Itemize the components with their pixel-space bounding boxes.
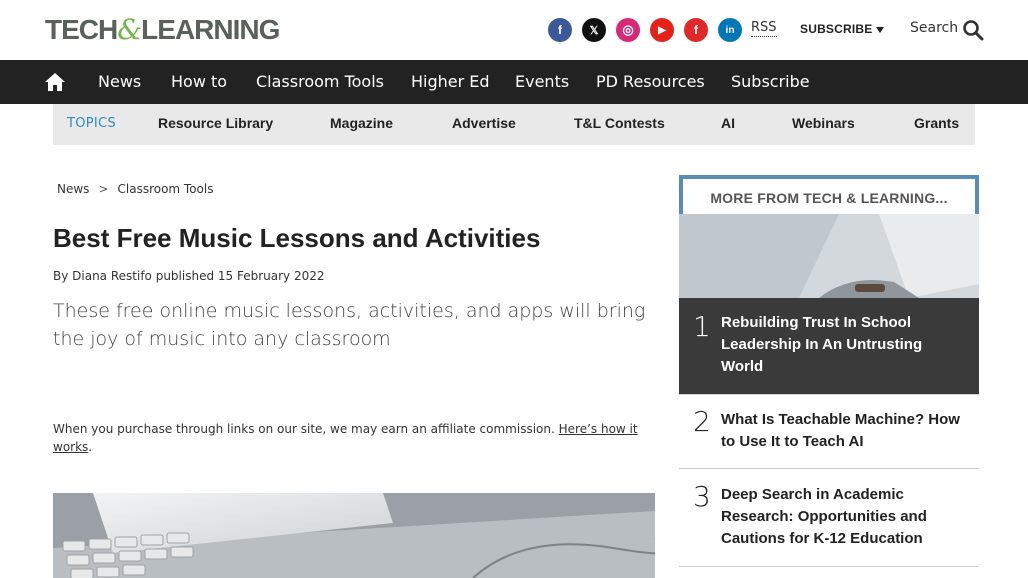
linkedin-icon[interactable]: in bbox=[718, 18, 742, 42]
sidebar-item-title-1[interactable]: Rebuilding Trust In School Leadership In… bbox=[721, 312, 961, 378]
breadcrumb-separator: > bbox=[98, 182, 109, 196]
facebook-icon[interactable]: f bbox=[548, 18, 572, 42]
logo-wordmark: TECH&LEARNING bbox=[45, 13, 280, 46]
breadcrumb-news[interactable]: News bbox=[57, 182, 89, 196]
sidebar-title: MORE FROM TECH & LEARNING... bbox=[710, 190, 948, 206]
youtube-icon[interactable]: ▶ bbox=[650, 18, 674, 42]
sidebar-header: MORE FROM TECH & LEARNING... bbox=[679, 175, 979, 215]
nav-pd-resources[interactable]: PD Resources bbox=[596, 72, 705, 92]
topic-webinars[interactable]: Webinars bbox=[792, 115, 855, 131]
sidebar-featured-item[interactable]: 1 Rebuilding Trust In School Leadership … bbox=[679, 214, 979, 394]
article-title: Best Free Music Lessons and Activities bbox=[53, 223, 541, 253]
topic-grants[interactable]: Grants bbox=[914, 115, 959, 131]
laptop-keyboard-image bbox=[53, 493, 655, 578]
nav-subscribe[interactable]: Subscribe bbox=[731, 72, 810, 92]
rss-link[interactable]: RSS bbox=[751, 20, 777, 37]
more-from-sidebar: MORE FROM TECH & LEARNING... 1 Rebuildin… bbox=[679, 175, 979, 578]
sidebar-item-title-3[interactable]: Deep Search in Academic Research: Opport… bbox=[721, 484, 961, 550]
affiliate-disclosure: When you purchase through links on our s… bbox=[53, 422, 638, 454]
subscribe-dropdown[interactable]: SUBSCRIBE bbox=[800, 22, 885, 36]
article-hero-image bbox=[53, 493, 655, 578]
search-label[interactable]: Search bbox=[910, 20, 958, 36]
search-icon[interactable] bbox=[962, 19, 984, 41]
nav-news[interactable]: News bbox=[98, 72, 141, 92]
nav-events[interactable]: Events bbox=[515, 72, 569, 92]
sidebar-rank-3: 3 bbox=[693, 480, 711, 513]
topic-ai[interactable]: AI bbox=[721, 115, 735, 131]
sidebar-rank-2: 2 bbox=[693, 405, 711, 438]
nav-classroom-tools[interactable]: Classroom Tools bbox=[256, 72, 384, 92]
caret-down-icon bbox=[876, 26, 885, 33]
nav-how-to[interactable]: How to bbox=[171, 72, 227, 92]
nav-higher-ed[interactable]: Higher Ed bbox=[411, 72, 490, 92]
instagram-icon[interactable]: ◎ bbox=[616, 18, 640, 42]
article-byline: By Diana Restifo published 15 February 2… bbox=[53, 269, 325, 283]
sidebar-divider bbox=[679, 468, 979, 469]
sidebar-rank-1: 1 bbox=[693, 310, 711, 343]
main-navigation: News How to Classroom Tools Higher Ed Ev… bbox=[0, 60, 1028, 104]
topic-advertise[interactable]: Advertise bbox=[452, 115, 516, 131]
article-strapline: These free online music lessons, activit… bbox=[53, 300, 646, 350]
x-icon[interactable]: 𝕏 bbox=[582, 18, 606, 42]
breadcrumb-classroom-tools[interactable]: Classroom Tools bbox=[118, 182, 214, 196]
topics-label: TOPICS bbox=[67, 116, 116, 131]
flipboard-icon[interactable]: f bbox=[684, 18, 708, 42]
topic-resource-library[interactable]: Resource Library bbox=[158, 115, 273, 131]
topic-magazine[interactable]: Magazine bbox=[330, 115, 393, 131]
home-icon[interactable] bbox=[44, 71, 66, 93]
sidebar-divider bbox=[679, 566, 979, 567]
topic-tl-contests[interactable]: T&L Contests bbox=[574, 115, 665, 131]
topics-bar: TOPICS Resource Library Magazine Adverti… bbox=[53, 104, 975, 145]
site-logo[interactable]: TECH&LEARNING bbox=[45, 13, 280, 46]
breadcrumb: News > Classroom Tools bbox=[57, 182, 214, 196]
sidebar-divider bbox=[679, 394, 979, 395]
sidebar-item-title-2[interactable]: What Is Teachable Machine? How to Use It… bbox=[721, 409, 961, 453]
site-header: TECH&LEARNING f 𝕏 ◎ ▶ f in RSS SUBSCRIBE… bbox=[0, 0, 1028, 60]
